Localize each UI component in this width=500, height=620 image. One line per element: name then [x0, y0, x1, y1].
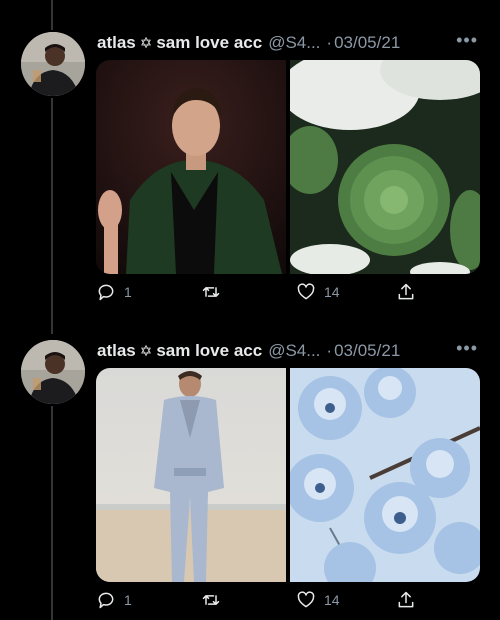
share-icon [398, 283, 414, 300]
reply-button[interactable]: 1 [96, 590, 132, 610]
reply-count: 1 [124, 592, 132, 608]
separator-dot: · [326, 341, 333, 360]
retweet-icon [202, 595, 220, 605]
avatar[interactable] [21, 340, 85, 404]
more-options-icon[interactable]: ••• [456, 338, 478, 359]
heart-icon [297, 283, 315, 300]
retweet-button[interactable] [200, 590, 222, 610]
tweet-actions: 1 14 [96, 282, 426, 308]
media-image[interactable] [96, 60, 286, 274]
retweet-button[interactable] [200, 282, 222, 302]
media-image[interactable] [96, 368, 286, 582]
tweet-actions: 1 14 [96, 590, 426, 616]
share-icon [398, 591, 414, 608]
reply-count: 1 [124, 284, 132, 300]
tweet-date[interactable]: 03/05/21 [334, 341, 400, 361]
retweet-icon [202, 287, 220, 297]
green-chrysanthemum-photo [290, 60, 480, 274]
man-in-light-blue-suit-beach-photo [96, 368, 286, 582]
blue-blossoms-photo [290, 368, 480, 582]
tweet-date[interactable]: 03/05/21 [334, 33, 400, 53]
user-handle[interactable]: @S4... [268, 33, 320, 53]
display-name[interactable]: atlas [97, 341, 136, 361]
display-name[interactable]: atlas [97, 33, 136, 53]
media-grid [96, 60, 480, 274]
display-name-suffix[interactable]: sam love acc [156, 33, 262, 53]
man-in-green-leather-jacket-photo [96, 60, 286, 274]
display-name-suffix[interactable]: sam love acc [156, 341, 262, 361]
thread-line [51, 0, 53, 30]
like-button[interactable]: 14 [296, 282, 340, 302]
thread-line [51, 406, 53, 620]
reply-button[interactable]: 1 [96, 282, 132, 302]
media-image[interactable] [290, 368, 480, 582]
avatar[interactable] [21, 32, 85, 96]
like-button[interactable]: 14 [296, 590, 340, 610]
share-button[interactable] [396, 590, 416, 610]
share-button[interactable] [396, 282, 416, 302]
star-of-david-emoji: ✡ [139, 35, 153, 52]
like-count: 14 [324, 592, 340, 608]
reply-icon [98, 592, 114, 609]
heart-icon [297, 591, 315, 608]
separator-dot: · [326, 33, 333, 52]
tweet-header: atlas ✡ sam love acc @S4... · 03/05/21 •… [97, 30, 488, 54]
media-grid [96, 368, 480, 582]
user-handle[interactable]: @S4... [268, 341, 320, 361]
like-count: 14 [324, 284, 340, 300]
media-image[interactable] [290, 60, 480, 274]
more-options-icon[interactable]: ••• [456, 30, 478, 51]
star-of-david-emoji: ✡ [139, 343, 153, 360]
reply-icon [98, 284, 114, 301]
thread-line [51, 98, 53, 334]
tweet-header: atlas ✡ sam love acc @S4... · 03/05/21 •… [97, 338, 488, 362]
